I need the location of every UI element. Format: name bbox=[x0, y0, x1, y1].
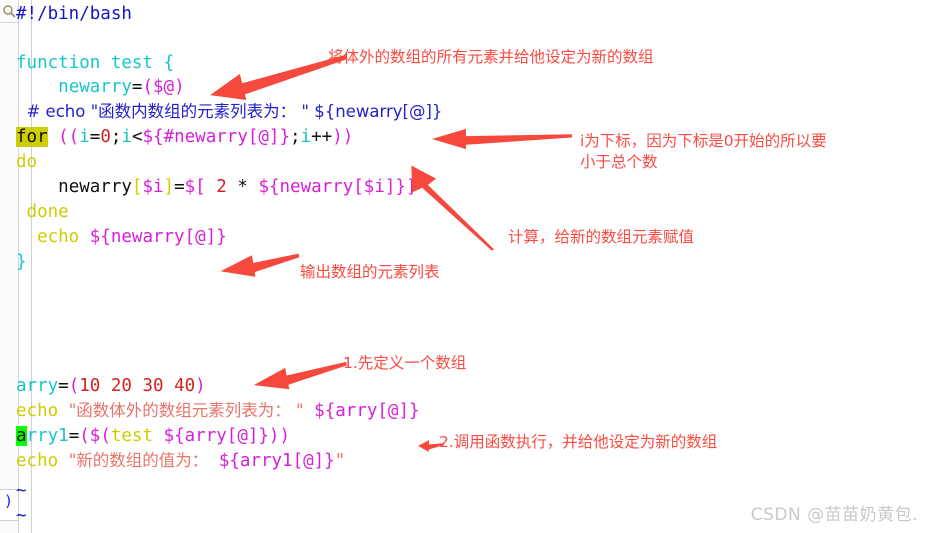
arrow-glyph bbox=[432, 128, 572, 150]
code-token: ${newarry[@]} bbox=[89, 227, 227, 247]
code-line-shebang: #!/bin/bash bbox=[16, 2, 132, 27]
code-token: ${#newarry[@]} bbox=[142, 127, 291, 147]
code-token: newarry bbox=[58, 177, 132, 197]
code-token: arry bbox=[16, 376, 59, 396]
code-token: i bbox=[121, 127, 132, 147]
code-token: ( bbox=[68, 376, 80, 396]
code-line-function-close: } bbox=[16, 250, 27, 275]
code-token: (( bbox=[47, 127, 80, 147]
code-editor-area[interactable]: #!/bin/bash function test { newarry=($@) … bbox=[16, 0, 931, 533]
code-line-arry1-call: arry1=($(test ${arry[@]})) bbox=[16, 424, 290, 449]
code-line-echo-newarry: echo ${newarry[@]} bbox=[16, 225, 227, 250]
code-token: )) bbox=[332, 127, 354, 147]
code-token: i bbox=[300, 127, 312, 147]
code-line-function-decl: function test { bbox=[16, 51, 174, 76]
code-token: " bbox=[334, 451, 346, 471]
corner-glyph: ) bbox=[4, 492, 14, 510]
code-token: i bbox=[79, 127, 90, 147]
code-line-tilde-2: ~ bbox=[16, 504, 27, 529]
code-line-echo-arry: echo "函数体外的数组元素列表为： " ${arry[@]} bbox=[16, 399, 420, 424]
code-token: done bbox=[16, 202, 69, 222]
code-token: < bbox=[131, 127, 143, 147]
code-token: 2 bbox=[216, 177, 227, 197]
code-token: ($( bbox=[79, 426, 111, 446]
watermark: CSDN @苗苗奶黄包. bbox=[750, 505, 918, 525]
code-line-echo-arry1: echo "新的数组的值为： ${arry1[@]}" bbox=[16, 449, 345, 474]
code-token: [ bbox=[131, 177, 143, 197]
code-token: newarry bbox=[58, 77, 132, 97]
code-token: echo bbox=[16, 227, 90, 247]
code-line-done-keyword: done bbox=[16, 200, 69, 225]
code-token: rry1 bbox=[26, 426, 69, 446]
code-token: ] bbox=[163, 177, 175, 197]
code-token: ; bbox=[110, 127, 122, 147]
code-token: ${arry1[@]} bbox=[218, 451, 335, 471]
code-token: ~ bbox=[16, 506, 27, 526]
anno-index: i为下标，因为下标是0开始的所以要 小于总个数 bbox=[580, 132, 827, 171]
code-line-tilde-1: ~ bbox=[16, 479, 27, 504]
arrow-call bbox=[418, 438, 444, 452]
code-token: a bbox=[16, 426, 27, 446]
code-token: do bbox=[16, 152, 38, 172]
code-token: #!/bin/bash bbox=[16, 4, 132, 24]
code-token: echo bbox=[16, 401, 69, 421]
code-token: ) bbox=[195, 376, 206, 396]
arrow-index bbox=[432, 127, 572, 151]
code-token: = bbox=[89, 127, 101, 147]
code-line-newarry-calc: newarry[$i]=$[ 2 * ${newarry[$i]}] bbox=[16, 175, 416, 200]
code-line-for-loop: for ((i=0;i<${#newarry[@]};i++)) bbox=[16, 125, 353, 150]
code-token: "新的数组的值为： bbox=[68, 451, 209, 470]
arrow-glyph bbox=[418, 440, 444, 452]
code-line-do-keyword: do bbox=[16, 150, 37, 175]
code-token: function test { bbox=[16, 53, 175, 73]
code-token: ~ bbox=[16, 481, 27, 501]
anno-new-array: 将体外的数组的所有元素并给他设定为新的数组 bbox=[328, 48, 654, 66]
code-token: "函数体外的数组元素列表为： " bbox=[68, 401, 304, 420]
code-token: echo bbox=[16, 451, 69, 471]
code-token: 10 20 30 40 bbox=[79, 376, 196, 396]
code-token: = bbox=[68, 426, 80, 446]
anno-output: 输出数组的元素列表 bbox=[300, 263, 440, 281]
code-token: ${arry[@]} bbox=[163, 426, 269, 446]
code-line-newarry-assign: newarry=($@) bbox=[16, 75, 185, 100]
code-token: for bbox=[16, 127, 48, 147]
code-token: )) bbox=[268, 426, 290, 446]
code-token: * bbox=[237, 177, 248, 197]
code-token: ($@) bbox=[142, 77, 185, 97]
screenshot-root: ) #!/bin/bash function test { newarry=($@… bbox=[0, 0, 931, 533]
magnifier-icon bbox=[3, 5, 16, 18]
code-token: } bbox=[16, 252, 27, 272]
code-token: ${arry[@]} bbox=[314, 401, 420, 421]
code-line-arry-define: arry=(10 20 30 40) bbox=[16, 374, 206, 399]
anno-call: 2.调用函数执行，并给他设定为新的数组 bbox=[439, 433, 718, 451]
anno-define: 1.先定义一个数组 bbox=[343, 354, 467, 372]
code-token: test bbox=[110, 426, 154, 446]
code-token: = bbox=[174, 177, 185, 197]
code-token: ++ bbox=[311, 127, 333, 147]
anno-calc: 计算，给新的数组元素赋值 bbox=[508, 228, 695, 246]
code-token: ; bbox=[290, 127, 301, 147]
code-token: 0 bbox=[100, 127, 111, 147]
code-token: ${newarry[$i]} bbox=[258, 177, 406, 197]
code-token: = bbox=[58, 376, 69, 396]
code-token: $[ bbox=[184, 177, 206, 197]
code-token: $i bbox=[142, 177, 164, 197]
code-token: = bbox=[131, 77, 143, 97]
